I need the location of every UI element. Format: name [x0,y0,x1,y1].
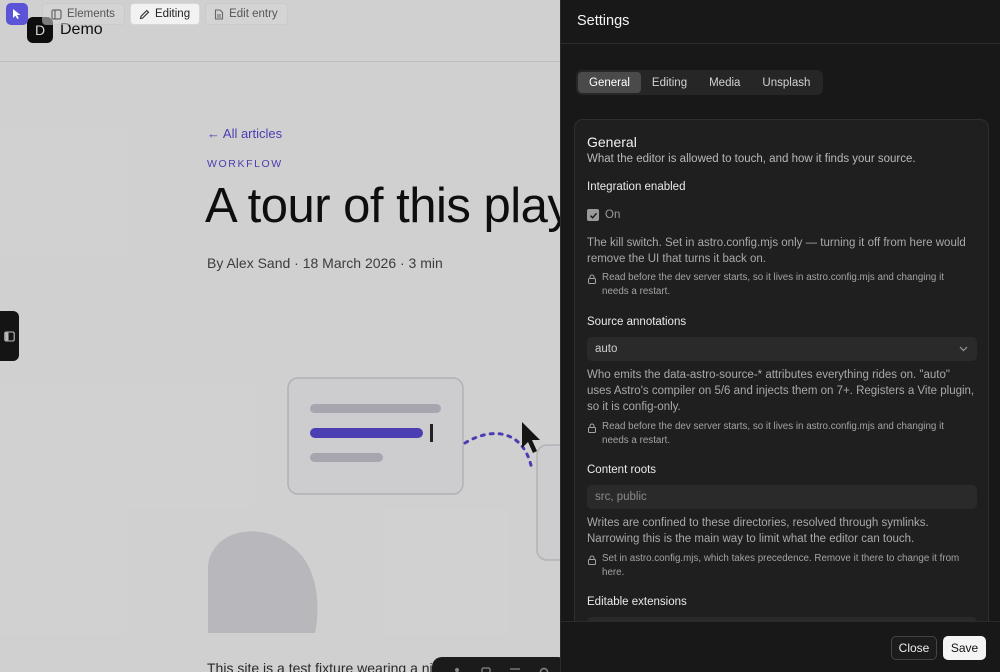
content-roots-label: Content roots [587,464,657,476]
bottom-dock [432,657,568,672]
editing-button[interactable]: Editing [129,3,201,25]
settings-panel: Settings General Editing Media Unsplash … [560,0,1000,672]
chevron-down-icon [959,346,968,352]
sidebar-icon [4,330,15,342]
integration-help: The kill switch. Set in astro.config.mjs… [587,235,977,267]
integration-enabled-label: Integration enabled [587,181,686,193]
tab-unsplash[interactable]: Unsplash [751,72,821,93]
source-annotations-help: Who emits the data-astro-source-* attrib… [587,367,977,415]
integration-note-line: Read before the dev server starts, so it… [602,272,944,283]
general-settings-card: General What the editor is allowed to to… [574,119,989,629]
content-roots-help-line: Narrowing this is the main way to limit … [587,533,915,545]
content-roots-input[interactable]: src, public [587,485,977,509]
content-roots-help-line: Writes are confined to these directories… [587,517,929,529]
illustration-line-2 [310,428,423,438]
settings-tabs: General Editing Media Unsplash [576,70,824,95]
integration-enabled-checkbox[interactable] [587,209,599,221]
tab-editing[interactable]: Editing [641,72,698,93]
pencil-icon [139,9,150,19]
content-roots-help: Writes are confined to these directories… [587,515,977,547]
article-title: A tour of this play [205,179,572,233]
menu-icon[interactable] [508,665,522,672]
content-roots-note-line: Set in astro.config.mjs, which takes pre… [602,553,960,564]
source-annotations-help-line: so it is config-only. [587,401,681,413]
section-description: What the editor is allowed to touch, and… [587,153,916,165]
tab-general[interactable]: General [578,72,641,93]
source-annotations-note: Read before the dev server starts, so it… [587,420,972,448]
source-annotations-select[interactable]: auto [587,337,977,361]
editing-button-label: Editing [154,8,191,20]
section-title: General [587,134,637,150]
integration-note-line: needs a restart. [602,286,671,297]
integration-enabled-row: On [587,209,620,221]
lock-icon [588,274,596,284]
pointer-icon [13,9,21,19]
hero-illustration [208,377,580,633]
content-roots-note-line: here. [602,567,625,578]
integration-help-line: remove the UI that turns it back on. [587,253,766,265]
source-annotations-value: auto [595,343,618,355]
sidebar-toggle[interactable] [0,311,19,361]
editor-toolbar: Elements Editing Edit entry [0,0,560,28]
document-icon [215,8,224,20]
source-annotations-help-line: Who emits the data-astro-source-* attrib… [587,369,950,381]
gear-icon[interactable] [537,665,551,672]
touch-icon[interactable] [450,665,464,672]
illustration-line-1 [310,404,441,413]
illustration-line-3 [310,453,383,462]
elements-button-label: Elements [67,8,115,20]
lock-icon [588,555,596,565]
article-kicker: WORKFLOW [207,158,283,170]
elements-button[interactable]: Elements [42,3,125,25]
source-annotations-note-line: Read before the dev server starts, so it… [602,421,944,432]
panel-icon [51,8,62,20]
tab-media[interactable]: Media [698,72,751,93]
puzzle-icon[interactable] [479,665,493,672]
editable-extensions-label: Editable extensions [587,596,687,608]
illustration-blob [208,531,318,633]
select-mode-button[interactable] [6,3,28,25]
integration-note: Read before the dev server starts, so it… [587,271,972,299]
article-byline: By Alex Sand · 18 March 2026 · 3 min [207,255,443,271]
illustration-dotted-arc [463,432,534,472]
edit-entry-button[interactable]: Edit entry [205,3,288,25]
settings-title: Settings [577,13,630,29]
settings-header: Settings [561,0,1000,44]
all-articles-link[interactable]: ← All articles [207,126,282,141]
save-button[interactable]: Save [943,636,986,660]
content-roots-note: Set in astro.config.mjs, which takes pre… [587,552,972,580]
close-button[interactable]: Close [891,636,937,660]
illustration-caret [430,424,433,442]
source-annotations-label: Source annotations [587,316,687,328]
article-teaser: This site is a test fixture wearing a ni… [207,660,459,672]
settings-footer: Close Save [561,621,1000,672]
check-icon [589,212,597,219]
integration-help-line: The kill switch. Set in astro.config.mjs… [587,237,966,249]
integration-enabled-checkbox-label: On [605,209,621,221]
source-annotations-help-line: uses Astro's compiler on 5/6 and injects… [587,385,975,397]
lock-icon [588,423,596,433]
edit-entry-button-label: Edit entry [229,8,278,20]
source-annotations-note-line: needs a restart. [602,435,671,446]
